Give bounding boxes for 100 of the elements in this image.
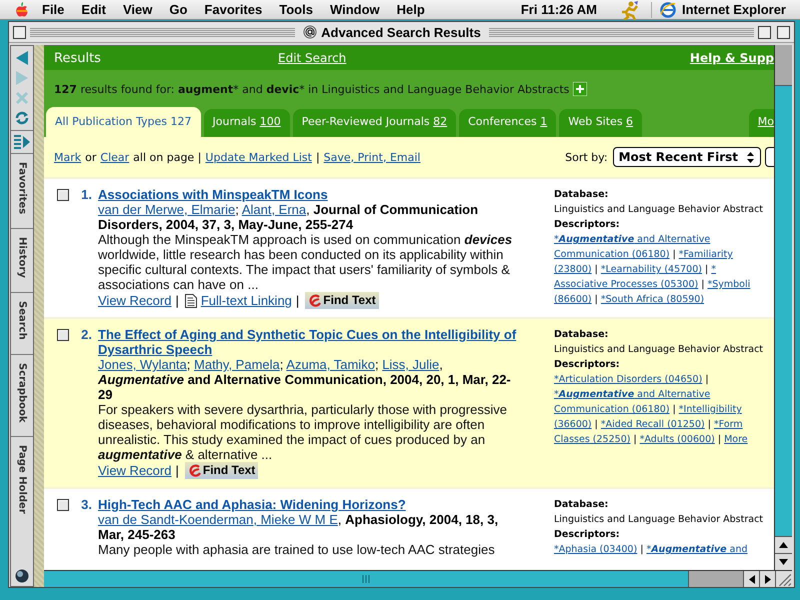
menu-item[interactable]: View — [122, 2, 152, 17]
author-link[interactable]: van der Merwe, Elmarie — [98, 202, 236, 217]
toolbar-link[interactable]: Clear — [100, 150, 130, 164]
sidebar-tab[interactable]: Search — [11, 292, 33, 354]
right-arrow-icon — [764, 574, 770, 584]
descriptor-link[interactable]: *Form — [714, 419, 743, 430]
scroll-down-button[interactable] — [775, 553, 792, 570]
descriptor-link[interactable]: *Learnability (45700) — [600, 264, 702, 275]
find-text-button[interactable]: Find Text — [305, 292, 379, 309]
menu-item[interactable]: Window — [330, 2, 380, 17]
separator: | — [175, 463, 179, 478]
tab[interactable]: All Publication Types 127 — [46, 107, 200, 137]
result-number: 2. — [80, 327, 93, 344]
scroll-thumb[interactable] — [775, 45, 792, 86]
scroll-thumb[interactable] — [688, 571, 743, 587]
descriptor-link[interactable]: *Familiarity — [678, 249, 733, 260]
tab[interactable]: Mo — [748, 109, 774, 137]
globe-icon[interactable] — [15, 569, 29, 583]
collapse-box[interactable] — [777, 26, 790, 38]
resize-grip-icon[interactable] — [775, 571, 792, 587]
tab[interactable]: Journals 100 — [204, 109, 290, 137]
descriptor-link[interactable]: *Augmentative and Alternative — [554, 234, 710, 245]
descriptor-link[interactable]: (86600) — [554, 294, 592, 305]
toolbar-link[interactable]: Mark — [54, 150, 82, 164]
checkbox[interactable] — [57, 189, 69, 201]
close-box[interactable] — [13, 26, 26, 38]
tab[interactable]: Web Sites 6 — [559, 109, 642, 137]
checkbox[interactable] — [57, 499, 69, 511]
collapse-panel-icon[interactable] — [13, 134, 31, 150]
descriptor-link[interactable]: (23800) — [554, 264, 592, 275]
zoom-box[interactable] — [758, 26, 771, 38]
separator: | — [640, 544, 644, 555]
descriptor-link[interactable]: *Aided Recall (01250) — [600, 419, 705, 430]
edit-search-link[interactable]: Edit Search — [278, 51, 346, 65]
tab[interactable]: Conferences 1 — [459, 109, 556, 137]
help-link[interactable]: Help & Supp — [690, 51, 774, 65]
menu-item[interactable]: File — [42, 2, 64, 17]
toolbar-link[interactable]: Save, Print, Email — [324, 150, 420, 164]
apple-icon[interactable] — [14, 2, 30, 18]
descriptor-link[interactable]: (36600) — [554, 419, 592, 430]
result-number: 3. — [80, 497, 93, 514]
menu-item[interactable]: Go — [169, 2, 188, 17]
descriptor-link[interactable]: * — [711, 264, 716, 275]
sidebar-tab[interactable]: History — [11, 228, 33, 292]
author-link[interactable]: Azuma, Tamiko — [286, 357, 375, 372]
author-link[interactable]: Liss, Julie — [382, 357, 440, 372]
scroll-up-button[interactable] — [775, 536, 792, 553]
clock: Fri 11:26 AM — [520, 2, 597, 17]
view-record-link[interactable]: View Record — [98, 463, 172, 478]
separator: | — [594, 294, 598, 305]
author-link[interactable]: van de Sandt-Koenderman, Mieke W M E — [98, 512, 338, 527]
refresh-icon[interactable] — [14, 110, 30, 126]
descriptor-link[interactable]: Associative Processes (05300) — [554, 279, 698, 290]
result-title-link[interactable]: High-Tech AAC and Aphasia: Widening Horizons? — [98, 497, 524, 512]
descriptor-link[interactable]: *Intelligibility — [678, 404, 742, 415]
application-menu[interactable]: Internet Explorer — [650, 2, 800, 18]
menu-item[interactable]: Favorites — [204, 2, 262, 17]
plus-icon[interactable] — [573, 82, 588, 96]
citation: Jones, Wylanta; Mathy, Pamela; Azuma, Tamiko; Liss, Julie, Augmentative and Alternative Communication, 2004, 20, 1, Mar, 22-29 — [98, 357, 512, 402]
horizontal-scrollbar[interactable] — [44, 570, 792, 587]
abstract-text: For speakers with severe dysarthria, particularly those with progressive diseases, behavioral modifications to improve intelligibility are often unrealistic. This study examined the impact of cues produced by an augmentative & alternative ... — [98, 402, 508, 462]
result-title-link[interactable]: Associations with MinspeakTM Icons — [98, 187, 524, 202]
descriptor-link[interactable]: *Articulation Disorders (04650) — [554, 374, 702, 385]
vertical-scrollbar[interactable] — [774, 45, 792, 570]
find-text-button[interactable]: Find Text — [184, 462, 258, 479]
descriptor-link[interactable]: Classes (25250) — [554, 434, 630, 445]
descriptor-link[interactable]: *Aphasia (03400) — [554, 544, 638, 555]
toolbar-link[interactable]: Update Marked List — [205, 150, 312, 164]
scroll-left-button[interactable] — [743, 571, 759, 587]
back-arrow-icon[interactable] — [14, 50, 30, 66]
separator: | — [175, 293, 179, 308]
author-link[interactable]: Jones, Wylanta — [98, 357, 187, 372]
descriptor-link[interactable]: *South Africa (80590) — [600, 294, 704, 305]
tab[interactable]: Peer-Reviewed Journals 82 — [292, 109, 456, 137]
field-label: Database: — [554, 328, 610, 342]
view-record-link[interactable]: View Record — [98, 293, 172, 308]
descriptor-link[interactable]: *Augmentative and — [646, 544, 748, 555]
globe-e-icon — [660, 2, 676, 18]
descriptor-link[interactable]: Communication (06180) — [554, 249, 670, 260]
descriptor-link[interactable]: *Augmentative and Alternative — [554, 389, 710, 400]
result-title-link[interactable]: The Effect of Aging and Synthetic Topic Cues on the Intelligibility of Dysarthric Speech — [98, 327, 524, 357]
menu-item[interactable]: Edit — [81, 2, 106, 17]
menu-item[interactable]: Tools — [279, 2, 313, 17]
database-name: Linguistics and Language Behavior Abstract — [554, 203, 764, 217]
sidebar-tab[interactable]: Scrapbook — [11, 354, 33, 436]
author-link[interactable]: Alant, Erna — [242, 202, 306, 217]
menu-item[interactable]: Help — [396, 2, 425, 17]
sidebar-tab[interactable]: Favorites — [11, 153, 33, 228]
checkbox[interactable] — [57, 329, 69, 341]
sort-dropdown[interactable]: Most Recent First — [612, 147, 761, 167]
descriptor-link[interactable]: More — [724, 434, 748, 445]
descriptor-link[interactable]: *Symboli — [708, 279, 750, 290]
descriptor-link[interactable]: Communication (06180) — [554, 404, 670, 415]
full-text-linking-link[interactable]: Full-text Linking — [200, 293, 292, 308]
author-link[interactable]: Mathy, Pamela — [194, 357, 280, 372]
descriptor-link[interactable]: *Adults (00600) — [640, 434, 715, 445]
go-button[interactable] — [765, 147, 774, 167]
sidebar-tab[interactable]: Page Holder — [11, 436, 33, 528]
citation: van der Merwe, Elmarie; Alant, Erna, Journal of Communication Disorders, 2004, 37, 3, May-June, 255-274 — [98, 202, 480, 232]
scroll-right-button[interactable] — [759, 571, 775, 587]
